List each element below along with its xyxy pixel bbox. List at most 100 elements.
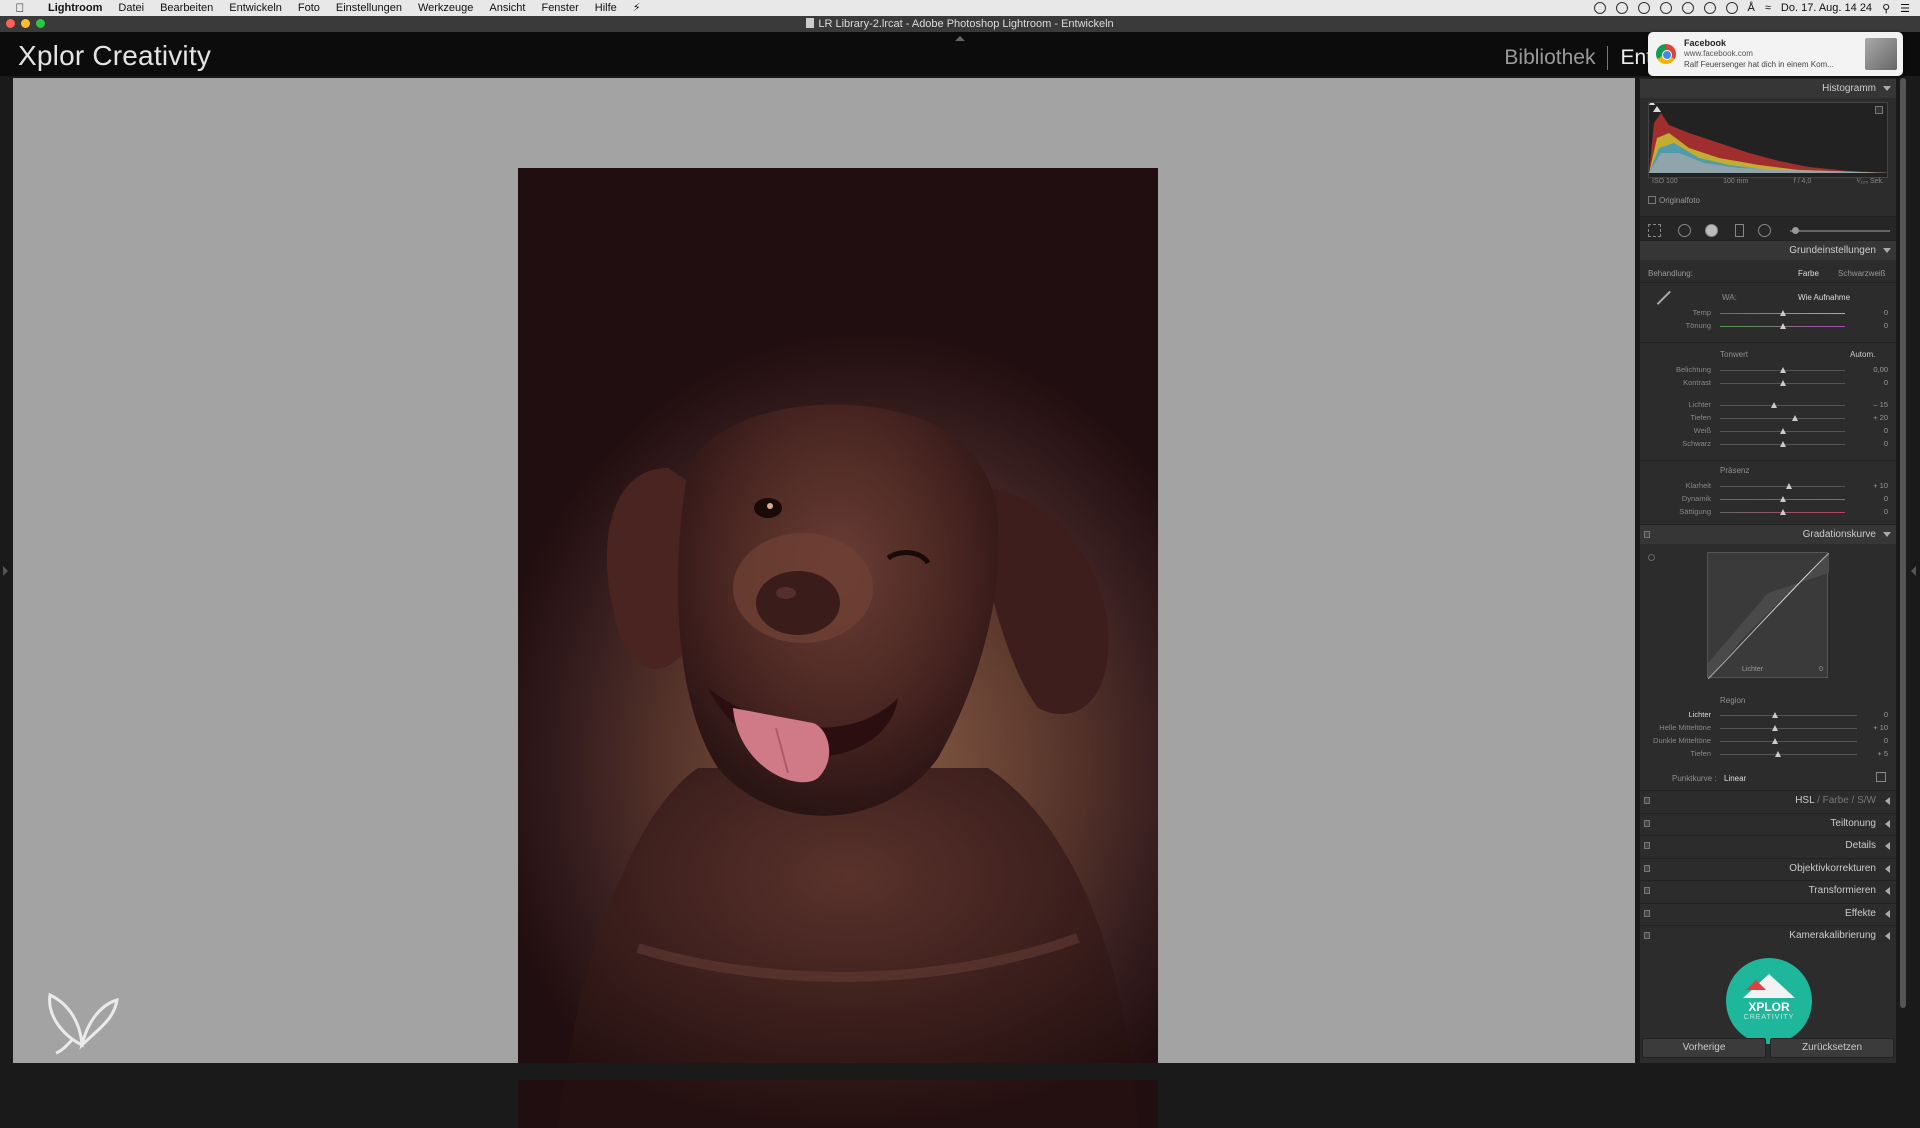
highlights-track[interactable]	[1720, 402, 1845, 408]
histogram[interactable]	[1648, 102, 1888, 178]
minimize-window-button[interactable]	[21, 19, 30, 28]
reset-button[interactable]: Zurücksetzen	[1770, 1038, 1894, 1058]
panel-switch-icon[interactable]	[1644, 842, 1650, 849]
temp-knob[interactable]	[1779, 310, 1786, 316]
curve-lights-track[interactable]	[1720, 725, 1857, 731]
spot-removal-icon[interactable]	[1678, 224, 1691, 237]
treatment-color[interactable]: Farbe	[1798, 269, 1819, 278]
menu-datei[interactable]: Datei	[110, 0, 152, 16]
transform-header[interactable]: Transformieren	[1640, 880, 1896, 900]
exposure-track[interactable]	[1720, 367, 1845, 373]
shadows-track[interactable]	[1720, 415, 1845, 421]
panel-switch-icon[interactable]	[1644, 887, 1650, 894]
wb-select[interactable]: Wie Aufnahme	[1798, 293, 1850, 302]
clarity-value[interactable]: + 10	[1873, 481, 1888, 490]
hsl-header[interactable]: HSL / Farbe / S/W	[1640, 790, 1896, 810]
curve-highlights-track[interactable]	[1720, 712, 1857, 718]
panel-switch-icon[interactable]	[1644, 531, 1650, 538]
menu-werkzeuge[interactable]: Werkzeuge	[410, 0, 481, 16]
expand-icon[interactable]	[1885, 820, 1890, 828]
brush-slider-knob[interactable]	[1792, 227, 1799, 234]
menu-einstellungen[interactable]: Einstellungen	[328, 0, 410, 16]
close-window-button[interactable]	[6, 19, 15, 28]
histogram-header[interactable]: Histogramm	[1640, 78, 1896, 98]
slider-clarity[interactable]: Klarheit + 10	[1640, 481, 1896, 492]
right-panel-toggle-icon[interactable]	[1911, 566, 1916, 576]
eyedropper-icon[interactable]	[1651, 285, 1671, 305]
curve-lights-knob[interactable]	[1771, 725, 1778, 731]
panel-switch-icon[interactable]	[1644, 932, 1650, 939]
clarity-knob[interactable]	[1785, 483, 1792, 489]
saturation-track[interactable]	[1720, 509, 1845, 515]
menu-ansicht[interactable]: Ansicht	[481, 0, 533, 16]
info-icon[interactable]	[1703, 2, 1716, 14]
checkbox-box[interactable]	[1648, 196, 1656, 204]
exposure-knob[interactable]	[1779, 367, 1786, 373]
target-adjust-icon[interactable]	[1648, 554, 1655, 561]
slider-curve-lights[interactable]: Helle Mitteltöne + 10	[1640, 723, 1896, 734]
bw-tab[interactable]: S/W	[1857, 795, 1876, 806]
module-library[interactable]: Bibliothek	[1504, 46, 1595, 70]
slider-curve-shadows[interactable]: Tiefen + 5	[1640, 749, 1896, 760]
curve-shadows-knob[interactable]	[1774, 751, 1781, 757]
saturation-value[interactable]: 0	[1884, 507, 1888, 516]
whites-track[interactable]	[1720, 428, 1845, 434]
edit-point-curve-icon[interactable]	[1876, 772, 1886, 782]
panel-switch-icon[interactable]	[1644, 797, 1650, 804]
split-toning-header[interactable]: Teiltonung	[1640, 813, 1896, 833]
color-tab[interactable]: Farbe	[1823, 795, 1849, 806]
blacks-knob[interactable]	[1779, 441, 1786, 447]
whites-value[interactable]: 0	[1884, 426, 1888, 435]
vibrance-value[interactable]: 0	[1884, 494, 1888, 503]
vibrance-track[interactable]	[1720, 496, 1845, 502]
slider-whites[interactable]: Weiß 0	[1640, 426, 1896, 437]
graduated-filter-icon[interactable]	[1735, 224, 1744, 237]
image-canvas[interactable]	[13, 78, 1635, 1128]
exposure-value[interactable]: 0,00	[1873, 365, 1888, 374]
curve-lights-value[interactable]: + 10	[1873, 723, 1888, 732]
menu-fenster[interactable]: Fenster	[533, 0, 586, 16]
lens-corrections-header[interactable]: Objektivkorrekturen	[1640, 858, 1896, 878]
saturation-knob[interactable]	[1779, 509, 1786, 515]
left-panel-toggle-icon[interactable]	[3, 566, 8, 576]
slider-blacks[interactable]: Schwarz 0	[1640, 439, 1896, 450]
apple-icon[interactable]: 	[0, 1, 40, 15]
temp-value[interactable]: 0	[1884, 308, 1888, 317]
slider-curve-darks[interactable]: Dunkle Mitteltöne 0	[1640, 736, 1896, 747]
user-icon[interactable]	[1659, 2, 1672, 14]
slider-highlights[interactable]: Lichter – 15	[1640, 400, 1896, 411]
contrast-track[interactable]	[1720, 380, 1845, 386]
tonecurve-header[interactable]: Gradationskurve	[1640, 524, 1896, 544]
menu-entwickeln[interactable]: Entwickeln	[221, 0, 290, 16]
highlights-value[interactable]: – 15	[1873, 400, 1888, 409]
crop-tool-icon[interactable]	[1648, 224, 1661, 237]
contrast-knob[interactable]	[1779, 380, 1786, 386]
original-photo-checkbox[interactable]: Originalfoto	[1648, 196, 1700, 205]
curve-shadows-track[interactable]	[1720, 751, 1857, 757]
notification-banner[interactable]: Facebook www.facebook.com Ralf Feuerseng…	[1648, 32, 1903, 76]
expand-icon[interactable]	[1885, 887, 1890, 895]
bluetooth-icon[interactable]: Å	[1748, 2, 1755, 14]
slider-vibrance[interactable]: Dynamik 0	[1640, 494, 1896, 505]
script-menu-icon[interactable]: ⚡	[625, 0, 649, 16]
brush-slider[interactable]	[1790, 227, 1890, 234]
clarity-track[interactable]	[1720, 483, 1845, 489]
time-machine-icon[interactable]	[1725, 2, 1738, 14]
slider-saturation[interactable]: Sättigung 0	[1640, 507, 1896, 518]
expand-icon[interactable]	[1885, 797, 1890, 805]
basic-header[interactable]: Grundeinstellungen	[1640, 240, 1896, 260]
whites-knob[interactable]	[1779, 428, 1786, 434]
menu-lightroom[interactable]: Lightroom	[40, 0, 110, 16]
shadow-clipping-icon[interactable]	[1653, 106, 1661, 112]
panel-switch-icon[interactable]	[1644, 865, 1650, 872]
zoom-window-button[interactable]	[36, 19, 45, 28]
radial-filter-icon[interactable]	[1758, 224, 1771, 237]
spotlight-icon[interactable]: ⚲	[1882, 2, 1890, 15]
curve-darks-value[interactable]: 0	[1884, 736, 1888, 745]
sync-icon[interactable]	[1681, 2, 1694, 14]
slider-exposure[interactable]: Belichtung 0,00	[1640, 365, 1896, 376]
pointcurve-select[interactable]: Linear	[1724, 774, 1746, 783]
curve-darks-knob[interactable]	[1771, 738, 1778, 744]
curve-highlights-knob[interactable]	[1771, 712, 1778, 718]
slider-tint[interactable]: Tönung 0	[1640, 321, 1896, 332]
